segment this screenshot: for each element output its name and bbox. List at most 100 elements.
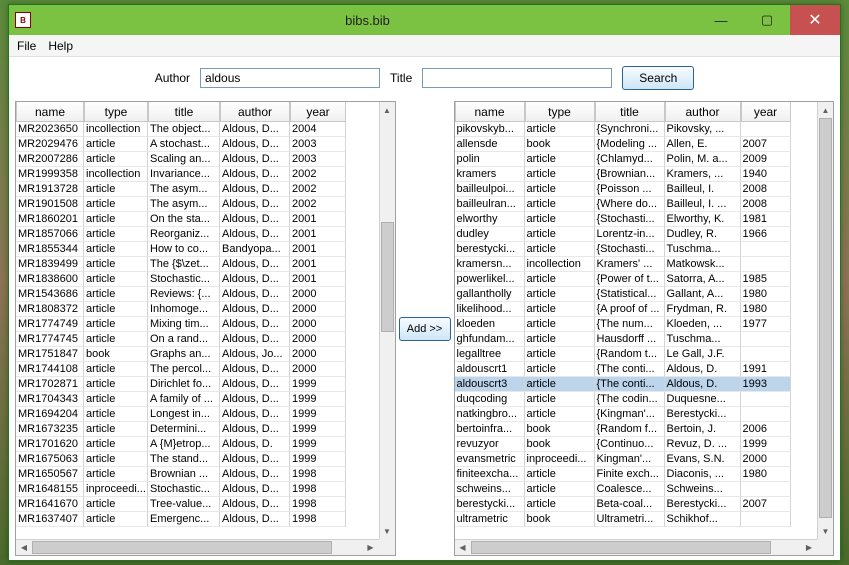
- table-row[interactable]: MR1901508articleThe asym...Aldous, D...2…: [16, 197, 379, 212]
- table-row[interactable]: powerlikel...article{Power of t...Satorr…: [455, 272, 818, 287]
- menu-help[interactable]: Help: [48, 39, 73, 53]
- table-row[interactable]: likelihood...article{A proof of ...Frydm…: [455, 302, 818, 317]
- title-input[interactable]: [422, 68, 612, 88]
- table-row[interactable]: MR1808372articleInhomoge...Aldous, D...2…: [16, 302, 379, 317]
- cell-title: {Kingman'...: [595, 407, 665, 422]
- table-row[interactable]: MR1702871articleDirichlet fo...Aldous, D…: [16, 377, 379, 392]
- table-row[interactable]: MR1913728articleThe asym...Aldous, D...2…: [16, 182, 379, 197]
- table-row[interactable]: MR1999358incollectionInvariance...Aldous…: [16, 167, 379, 182]
- column-header-type[interactable]: type: [84, 102, 148, 122]
- table-row[interactable]: MR2023650incollectionThe object...Aldous…: [16, 122, 379, 137]
- table-row[interactable]: schweins...articleCoalesce...Schweins...: [455, 482, 818, 497]
- table-row[interactable]: MR1774745articleOn a rand...Aldous, D...…: [16, 332, 379, 347]
- scroll-left-icon[interactable]: ◀: [16, 540, 32, 555]
- scroll-left-icon[interactable]: ◀: [455, 540, 471, 555]
- cell-title: Lorentz-in...: [595, 227, 665, 242]
- cell-type: article: [84, 407, 148, 422]
- right-vscrollbar[interactable]: ▲ ▼: [817, 102, 833, 539]
- scroll-right-icon[interactable]: ▶: [801, 540, 817, 555]
- table-row[interactable]: bertoinfra...book{Random f...Bertoin, J.…: [455, 422, 818, 437]
- table-row[interactable]: MR1641670articleTree-value...Aldous, D..…: [16, 497, 379, 512]
- right-vscroll-thumb[interactable]: [819, 118, 832, 518]
- cell-author: Aldous, D...: [220, 302, 290, 317]
- table-row[interactable]: kramersarticle{Brownian...Kramers, ...19…: [455, 167, 818, 182]
- table-row[interactable]: MR1855344articleHow to co...Bandyopa...2…: [16, 242, 379, 257]
- table-row[interactable]: MR1774749articleMixing tim...Aldous, D..…: [16, 317, 379, 332]
- table-row[interactable]: MR1701620articleA {M}etrop...Aldous, D.1…: [16, 437, 379, 452]
- table-row[interactable]: MR1744108articleThe percol...Aldous, D..…: [16, 362, 379, 377]
- table-row[interactable]: bailleulpoi...article{Poisson ...Bailleu…: [455, 182, 818, 197]
- left-table[interactable]: nametypetitleauthoryearMR2023650incollec…: [16, 102, 379, 539]
- table-row[interactable]: MR1673235articleDetermini...Aldous, D...…: [16, 422, 379, 437]
- table-row[interactable]: MR1637407articleEmergenc...Aldous, D...1…: [16, 512, 379, 527]
- column-header-name[interactable]: name: [16, 102, 84, 122]
- table-row[interactable]: MR2007286articleScaling an...Aldous, D..…: [16, 152, 379, 167]
- table-row[interactable]: kloedenarticle{The num...Kloeden, ...197…: [455, 317, 818, 332]
- table-row[interactable]: legalltreearticle{Random t...Le Gall, J.…: [455, 347, 818, 362]
- column-header-title[interactable]: title: [595, 102, 665, 122]
- table-row[interactable]: kramersn...incollectionKramers' ...Matko…: [455, 257, 818, 272]
- column-header-year[interactable]: year: [290, 102, 346, 122]
- table-row[interactable]: revuzyorbook{Continuo...Revuz, D. ...199…: [455, 437, 818, 452]
- left-hscroll-thumb[interactable]: [32, 541, 332, 554]
- scroll-up-icon[interactable]: ▲: [818, 102, 833, 118]
- table-row[interactable]: berestycki...articleBeta-coal...Berestyc…: [455, 497, 818, 512]
- cell-title: Graphs an...: [148, 347, 220, 362]
- column-header-title[interactable]: title: [148, 102, 220, 122]
- right-scroll-corner: [817, 539, 833, 555]
- scroll-down-icon[interactable]: ▼: [818, 523, 833, 539]
- column-header-type[interactable]: type: [525, 102, 595, 122]
- table-row[interactable]: dudleyarticleLorentz-in...Dudley, R.1966: [455, 227, 818, 242]
- left-vscroll-thumb[interactable]: [381, 222, 394, 332]
- add-button[interactable]: Add >>: [399, 317, 451, 341]
- table-row[interactable]: MR1543686articleReviews: {...Aldous, D..…: [16, 287, 379, 302]
- scroll-down-icon[interactable]: ▼: [380, 523, 395, 539]
- column-header-author[interactable]: author: [220, 102, 290, 122]
- author-input[interactable]: [200, 68, 380, 88]
- right-hscroll-thumb[interactable]: [471, 541, 771, 554]
- right-hscrollbar[interactable]: ◀ ▶: [455, 539, 818, 555]
- table-row[interactable]: MR1839499articleThe {$\zet...Aldous, D..…: [16, 257, 379, 272]
- table-row[interactable]: finiteexcha...articleFinite exch...Diaco…: [455, 467, 818, 482]
- table-row[interactable]: MR1751847bookGraphs an...Aldous, Jo...20…: [16, 347, 379, 362]
- table-row[interactable]: MR2029476articleA stochast...Aldous, D..…: [16, 137, 379, 152]
- menu-file[interactable]: File: [17, 39, 36, 53]
- left-vscrollbar[interactable]: ▲ ▼: [379, 102, 395, 539]
- right-table[interactable]: nametypetitleauthoryearpikovskyb...artic…: [455, 102, 818, 539]
- table-row[interactable]: elworthyarticle{Stochasti...Elworthy, K.…: [455, 212, 818, 227]
- search-button[interactable]: Search: [622, 66, 694, 90]
- table-row[interactable]: duqcodingarticle{The codin...Duquesne...: [455, 392, 818, 407]
- table-row[interactable]: natkingbro...article{Kingman'...Berestyc…: [455, 407, 818, 422]
- column-header-year[interactable]: year: [741, 102, 791, 122]
- table-row[interactable]: MR1704343articleA family of ...Aldous, D…: [16, 392, 379, 407]
- table-row[interactable]: aldouscrt1article{The conti...Aldous, D.…: [455, 362, 818, 377]
- scroll-right-icon[interactable]: ▶: [363, 540, 379, 555]
- column-header-name[interactable]: name: [455, 102, 525, 122]
- table-row[interactable]: polinarticle{Chlamyd...Polin, M. a...200…: [455, 152, 818, 167]
- table-row[interactable]: MR1857066articleReorganiz...Aldous, D...…: [16, 227, 379, 242]
- cell-year: 1980: [741, 287, 791, 302]
- table-row[interactable]: aldouscrt3article{The conti...Aldous, D.…: [455, 377, 818, 392]
- table-row[interactable]: pikovskyb...article{Synchroni...Pikovsky…: [455, 122, 818, 137]
- left-hscrollbar[interactable]: ◀ ▶: [16, 539, 379, 555]
- table-row[interactable]: evansmetricinproceedi...Kingman'...Evans…: [455, 452, 818, 467]
- table-row[interactable]: ghfundam...articleHausdorff ...Tuschma..…: [455, 332, 818, 347]
- table-row[interactable]: MR1648155inproceedi...Stochastic...Aldou…: [16, 482, 379, 497]
- table-row[interactable]: bailleulran...article{Where do...Bailleu…: [455, 197, 818, 212]
- close-button[interactable]: ✕: [790, 5, 840, 35]
- table-row[interactable]: gallanthollyarticle{Statistical...Gallan…: [455, 287, 818, 302]
- table-row[interactable]: MR1650567articleBrownian ...Aldous, D...…: [16, 467, 379, 482]
- table-row[interactable]: MR1675063articleThe stand...Aldous, D...…: [16, 452, 379, 467]
- titlebar[interactable]: B bibs.bib — ▢ ✕: [9, 5, 840, 35]
- table-row[interactable]: MR1694204articleLongest in...Aldous, D..…: [16, 407, 379, 422]
- scroll-up-icon[interactable]: ▲: [380, 102, 395, 118]
- minimize-button[interactable]: —: [698, 5, 744, 35]
- cell-type: article: [84, 197, 148, 212]
- table-row[interactable]: allensdebook{Modeling ...Allen, E.2007: [455, 137, 818, 152]
- table-row[interactable]: MR1838600articleStochastic...Aldous, D..…: [16, 272, 379, 287]
- table-row[interactable]: MR1860201articleOn the sta...Aldous, D..…: [16, 212, 379, 227]
- column-header-author[interactable]: author: [665, 102, 741, 122]
- maximize-button[interactable]: ▢: [744, 5, 790, 35]
- table-row[interactable]: ultrametricbookUltrametri...Schikhof...: [455, 512, 818, 527]
- table-row[interactable]: berestycki...article{Stochasti...Tuschma…: [455, 242, 818, 257]
